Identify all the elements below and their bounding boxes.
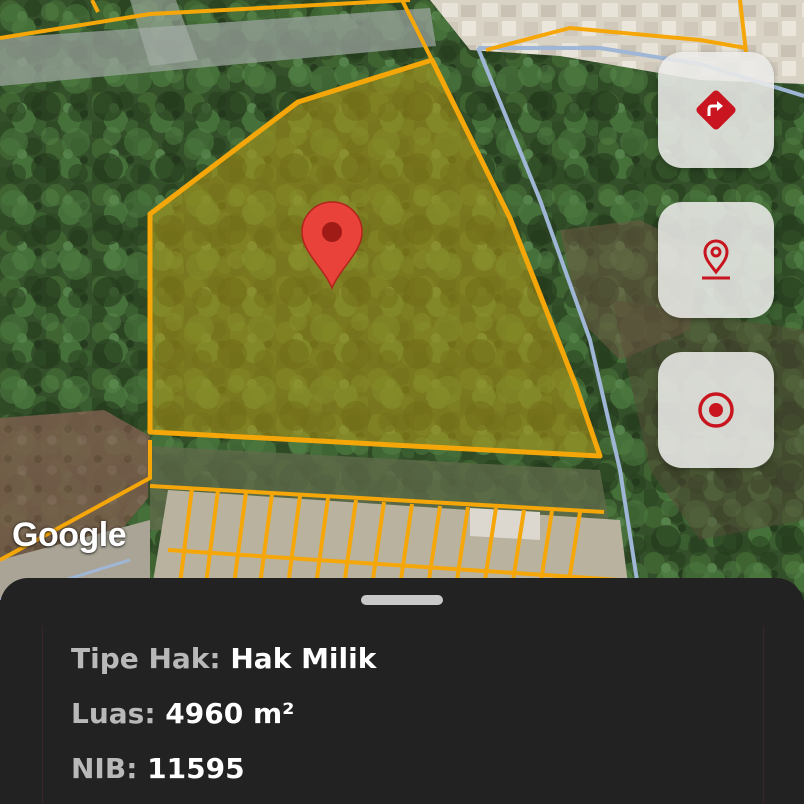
area-row: Luas: 4960 m²	[71, 697, 294, 730]
my-location-button[interactable]	[658, 352, 774, 468]
nib-label: NIB:	[71, 752, 148, 785]
parcel-info-card: Tipe Hak: Hak Milik Luas: 4960 m² NIB: 1…	[42, 626, 764, 804]
directions-icon	[696, 90, 736, 130]
nib-row: NIB: 11595	[71, 752, 245, 785]
google-watermark: Google	[12, 516, 127, 554]
directions-button[interactable]	[658, 52, 774, 168]
app-screen: Google Tipe Hak: Hak Milik Luas: 4960 m²…	[0, 0, 804, 804]
area-value: 4960 m²	[165, 697, 295, 730]
parcel-info-sheet[interactable]: Tipe Hak: Hak Milik Luas: 4960 m² NIB: 1…	[0, 578, 804, 804]
place-pin-button[interactable]	[658, 202, 774, 318]
sheet-drag-handle[interactable]	[361, 595, 443, 605]
area-label: Luas:	[71, 697, 166, 730]
rights-type-label: Tipe Hak:	[71, 642, 231, 675]
nib-value: 11595	[147, 752, 245, 785]
rights-type-row: Tipe Hak: Hak Milik	[71, 642, 376, 675]
rights-type-value: Hak Milik	[230, 642, 377, 675]
my-location-icon	[698, 392, 734, 428]
place-pin-icon	[702, 239, 730, 280]
map-view[interactable]: Google	[0, 0, 804, 600]
